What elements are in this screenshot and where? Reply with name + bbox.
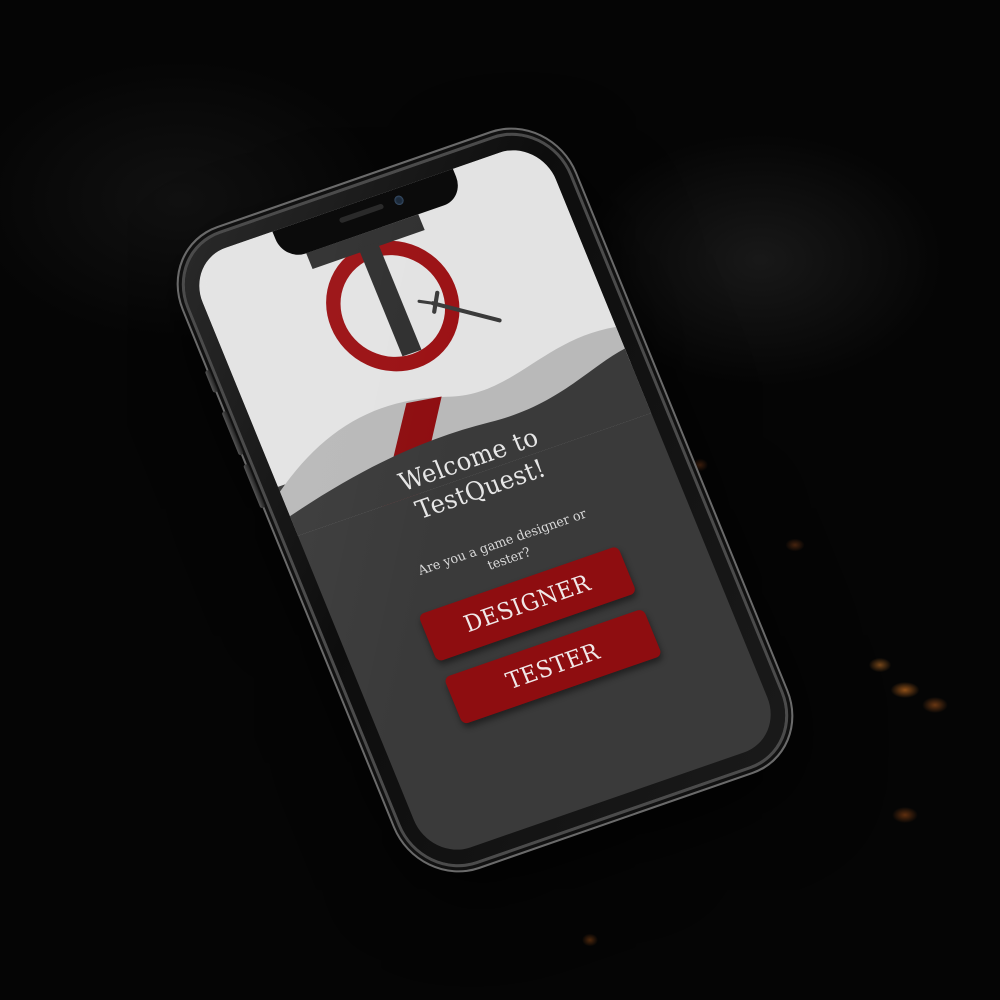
front-camera — [392, 194, 406, 207]
speaker-grille — [338, 203, 385, 224]
app-screen: Welcome to TestQuest! Are you a game des… — [185, 138, 785, 862]
mockup-background: Welcome to TestQuest! Are you a game des… — [0, 0, 1000, 1000]
silent-switch — [204, 369, 219, 393]
volume-up-button — [221, 410, 244, 456]
home-indicator — [550, 768, 656, 808]
phone-device: Welcome to TestQuest! Are you a game des… — [167, 120, 803, 880]
volume-down-button — [243, 463, 266, 509]
